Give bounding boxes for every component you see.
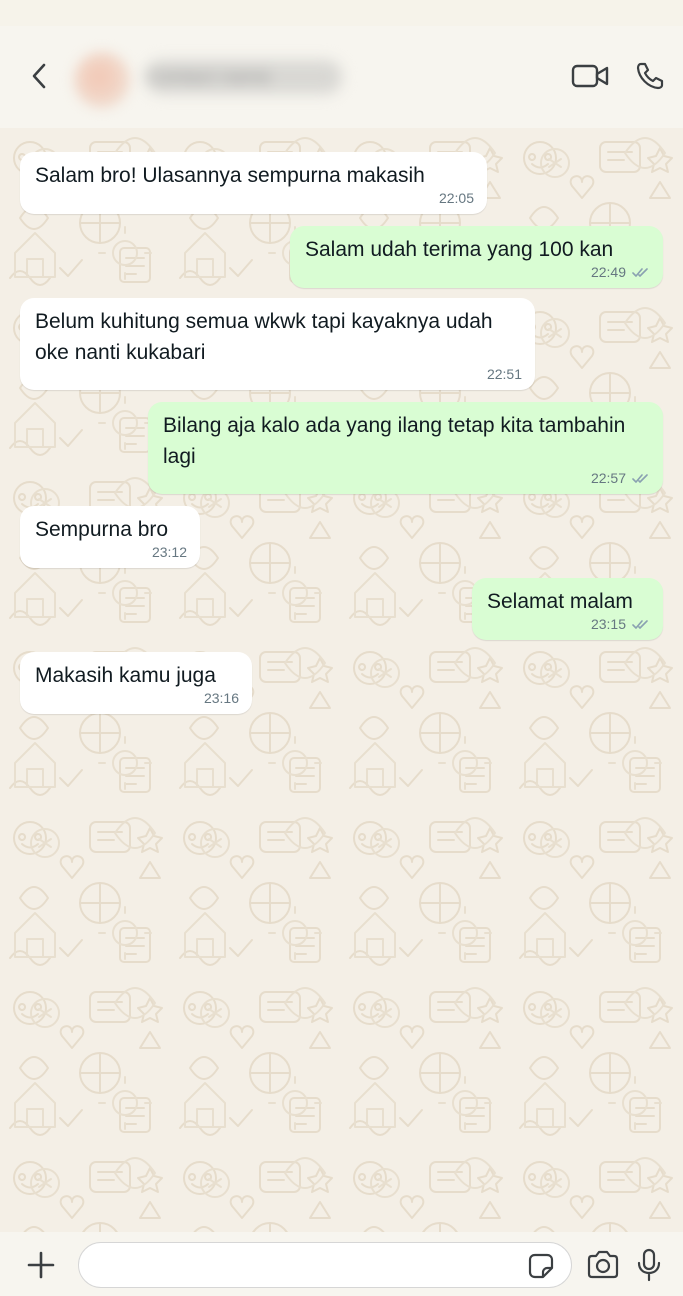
phone-icon	[636, 62, 664, 90]
message-input[interactable]	[97, 1243, 521, 1289]
message-time: 22:49	[590, 264, 626, 280]
message-time: 22:51	[486, 366, 522, 382]
camera-button[interactable]	[582, 1246, 624, 1284]
read-ticks-icon	[632, 267, 648, 277]
outgoing-message[interactable]: Salam udah terima yang 100 kan 22:49	[290, 226, 663, 288]
message-meta: 23:15	[591, 616, 650, 632]
read-ticks-icon	[632, 473, 648, 483]
message-input-box	[78, 1242, 572, 1289]
message-text: Salam bro! Ulasannya sempurna makasih	[35, 164, 425, 187]
message-meta: 22:49	[591, 264, 650, 280]
chat-area[interactable]: Salam bro! Ulasannya sempurna makasih 22:…	[0, 128, 683, 1232]
incoming-message[interactable]: Salam bro! Ulasannya sempurna makasih 22:…	[20, 152, 487, 214]
message-meta: 22:57	[591, 470, 650, 486]
message-text: Bilang aja kalo ada yang ilang tetap kit…	[163, 414, 632, 468]
sticker-button[interactable]	[525, 1250, 557, 1282]
contact-name[interactable]: Contact name	[146, 60, 342, 94]
outgoing-message[interactable]: Selamat malam 23:15	[472, 578, 663, 640]
chevron-left-icon	[32, 63, 46, 89]
chat-header: Contact name	[0, 26, 683, 128]
message-text: Selamat malam	[487, 590, 633, 613]
incoming-message[interactable]: Sempurna bro 23:12	[20, 506, 200, 568]
message-time: 23:12	[151, 544, 187, 560]
incoming-message[interactable]: Belum kuhitung semua wkwk tapi kayaknya …	[20, 298, 535, 390]
message-text: Salam udah terima yang 100 kan	[305, 238, 614, 261]
camera-icon	[587, 1250, 619, 1279]
microphone-button[interactable]	[632, 1244, 666, 1286]
outgoing-message[interactable]: Bilang aja kalo ada yang ilang tetap kit…	[148, 402, 663, 494]
contact-avatar[interactable]	[74, 52, 130, 108]
read-ticks-icon	[632, 619, 648, 629]
back-button[interactable]	[22, 56, 56, 96]
message-text: Belum kuhitung semua wkwk tapi kayaknya …	[35, 310, 499, 364]
status-strip	[0, 0, 683, 26]
message-time: 22:57	[590, 470, 626, 486]
sticker-icon	[528, 1253, 554, 1279]
message-meta: 23:16	[204, 690, 239, 706]
message-meta: 23:12	[152, 544, 187, 560]
message-text: Makasih kamu juga	[35, 664, 216, 687]
composer-bar	[0, 1232, 683, 1296]
message-meta: 22:05	[439, 190, 474, 206]
voice-call-button[interactable]	[628, 56, 672, 96]
incoming-message[interactable]: Makasih kamu juga 23:16	[20, 652, 252, 714]
video-call-button[interactable]	[568, 56, 614, 96]
message-meta: 22:51	[487, 366, 522, 382]
plus-icon	[27, 1251, 55, 1279]
message-time: 23:16	[203, 690, 239, 706]
attach-button[interactable]	[22, 1246, 60, 1284]
microphone-icon	[637, 1248, 661, 1282]
video-camera-icon	[571, 64, 609, 88]
message-time: 23:15	[590, 616, 626, 632]
message-time: 22:05	[438, 190, 474, 206]
message-text: Sempurna bro	[35, 518, 169, 541]
